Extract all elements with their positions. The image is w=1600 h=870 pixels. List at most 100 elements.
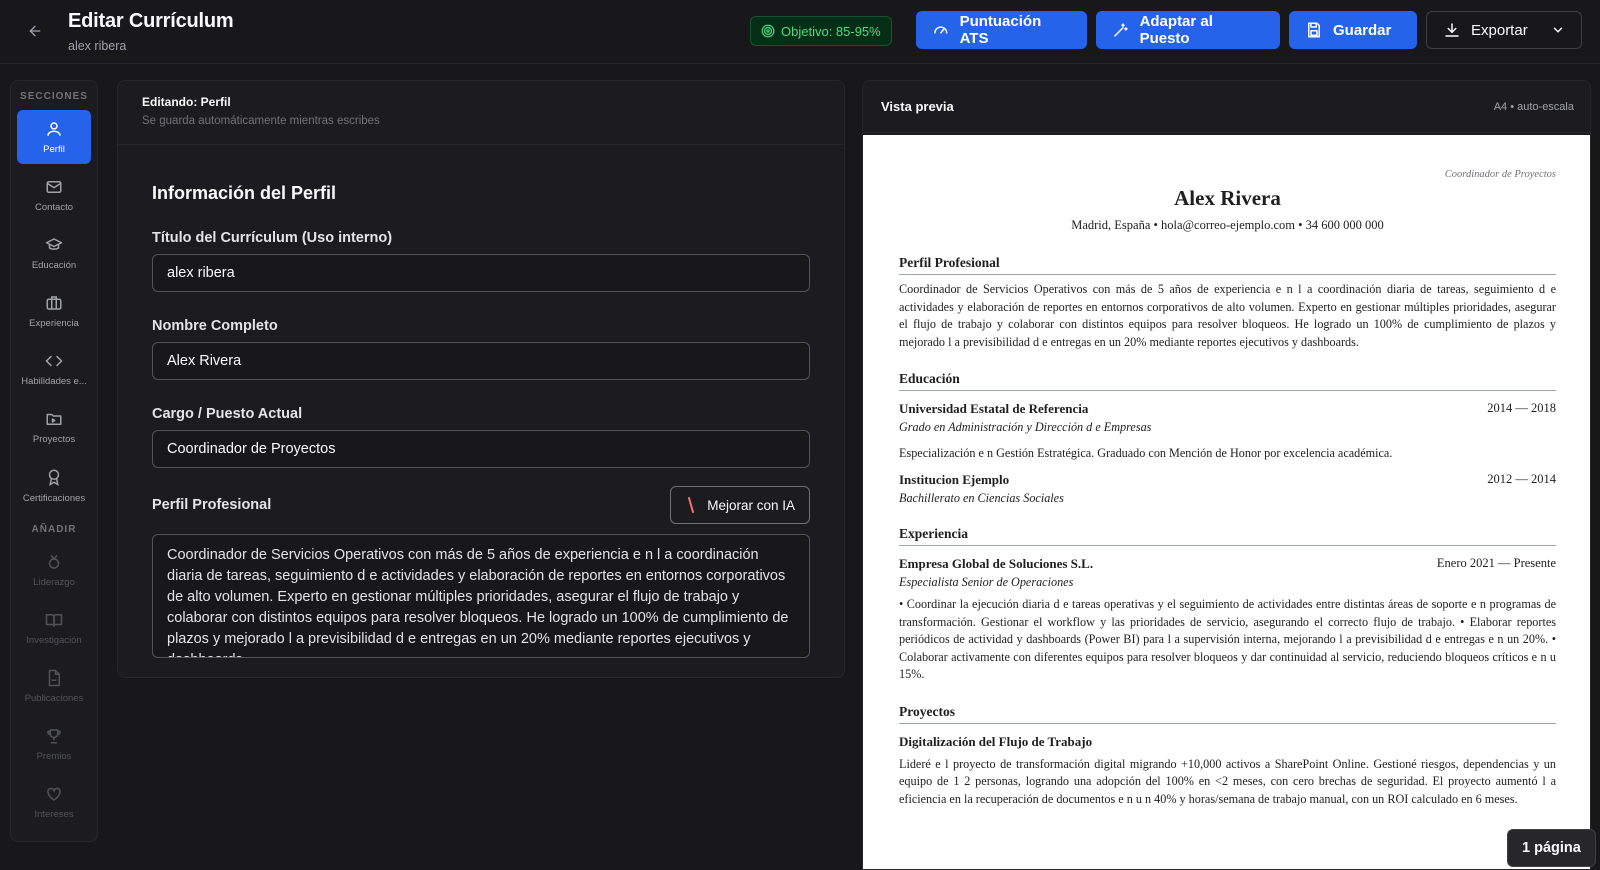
- folder-icon: [46, 413, 62, 425]
- book-icon: [45, 613, 63, 627]
- user-icon: [47, 121, 61, 136]
- autosave-note: Se guarda automáticamente mientras escri…: [142, 115, 380, 127]
- sidebar-add-leadership[interactable]: Liderazgo: [17, 543, 91, 597]
- doc-profile-heading: Perfil Profesional: [899, 255, 1556, 275]
- doc-edu1-degree: Grado en Administración y Dirección d e …: [899, 420, 1152, 434]
- preview-meta: A4 • auto-escala: [1493, 100, 1574, 113]
- doc-edu1-school: Universidad Estatal de Referencia: [899, 401, 1089, 416]
- medal-icon: [48, 554, 60, 569]
- pen-stroke-icon: [688, 497, 695, 513]
- sidebar-item-label: Educación: [31, 259, 77, 271]
- improve-with-ai-label: Mejorar con IA: [707, 497, 795, 513]
- sections-heading: SECCIONES: [20, 91, 88, 102]
- doc-proj1-text: Lideré e l proyecto de transformación di…: [899, 756, 1556, 806]
- preview-title: Vista previa: [881, 99, 954, 114]
- top-bar: Editar Currículum alex ribera Objetivo: …: [0, 0, 1600, 64]
- page-count-badge: 1 página: [1507, 829, 1596, 867]
- heart-icon: [47, 787, 61, 801]
- doc-exp1-dates: Enero 2021 — Presente: [1436, 556, 1556, 570]
- sidebar-item-label: Contacto: [34, 201, 74, 213]
- briefcase-icon: [46, 295, 62, 310]
- sidebar-item-education[interactable]: Educación: [17, 226, 91, 280]
- adapt-to-job-button[interactable]: Adaptar al Puesto: [1096, 11, 1280, 49]
- editing-label: Editando: Perfil: [142, 95, 231, 109]
- doc-exp-entry: Empresa Global de Soluciones S.L. Enero …: [899, 556, 1556, 572]
- magic-wand-icon: [1114, 23, 1128, 37]
- resume-title-label: Título del Currículum (Uso interno): [152, 230, 393, 246]
- position-label: Cargo / Puesto Actual: [152, 406, 303, 422]
- sidebar-item-label: Investigación: [26, 634, 82, 646]
- arrow-left-icon: [29, 25, 41, 37]
- profile-label-row: Perfil Profesional Mejorar con IA: [152, 486, 810, 524]
- sidebar-item-label: Intereses: [34, 808, 74, 820]
- sidebar-item-contact[interactable]: Contacto: [17, 168, 91, 222]
- editor-header: Editando: Perfil Se guarda automáticamen…: [118, 81, 844, 145]
- doc-education-heading: Educación: [899, 371, 1556, 391]
- preview-panel: Vista previa A4 • auto-escala Coordinado…: [862, 80, 1591, 870]
- sidebar-item-label: Experiencia: [29, 317, 79, 329]
- target-icon: [761, 24, 775, 38]
- target-score-badge: Objetivo: 85-95%: [750, 16, 892, 46]
- graduation-cap-icon: [45, 237, 63, 250]
- doc-proj1-name: Digitalización del Flujo de Trabajo: [899, 733, 1093, 749]
- preview-header: Vista previa A4 • auto-escala: [863, 81, 1590, 133]
- sidebar-item-label: Perfil: [43, 143, 65, 155]
- save-button[interactable]: Guardar: [1289, 11, 1417, 49]
- mail-icon: [46, 180, 62, 193]
- section-title: Información del Perfil: [152, 183, 337, 203]
- page-subtitle: alex ribera: [68, 39, 127, 53]
- sidebar-item-label: Proyectos: [32, 433, 76, 445]
- title-block: Editar Currículum alex ribera: [68, 10, 234, 53]
- doc-name: Alex Rivera: [1174, 186, 1281, 210]
- floppy-disk-icon: [1308, 22, 1320, 38]
- export-label: Exportar: [1471, 21, 1528, 39]
- doc-edu1-dates: 2014 — 2018: [1487, 401, 1556, 415]
- ats-score-button[interactable]: Puntuación ATS: [916, 11, 1087, 49]
- sidebar-item-skills[interactable]: Habilidades e...: [17, 342, 91, 396]
- sidebar-add-publications[interactable]: Publicaciones: [17, 659, 91, 713]
- sidebar-item-label: Publicaciones: [24, 692, 84, 704]
- sidebar-item-label: Premios: [36, 750, 72, 762]
- profile-summary-label: Perfil Profesional: [152, 497, 272, 513]
- award-icon: [48, 469, 60, 486]
- editor-panel: Editando: Perfil Se guarda automáticamen…: [117, 80, 845, 678]
- resume-page[interactable]: Coordinador de Proyectos Alex Rivera Mad…: [863, 135, 1590, 869]
- doc-exp1-text: • Coordinar la ejecución diaria d e tare…: [899, 597, 1556, 681]
- export-dropdown-button[interactable]: Exportar: [1426, 11, 1582, 49]
- sidebar-item-label: Certificaciones: [22, 492, 86, 504]
- doc-experience-heading: Experiencia: [899, 526, 1556, 546]
- code-icon: [45, 355, 63, 366]
- sidebar-add-research[interactable]: Investigación: [17, 601, 91, 655]
- profile-summary-textarea[interactable]: Coordinador de Servicios Operativos con …: [152, 534, 810, 658]
- sidebar-item-projects[interactable]: Proyectos: [17, 400, 91, 454]
- gauge-icon: [934, 26, 948, 34]
- sidebar-item-label: Liderazgo: [33, 576, 75, 588]
- ats-score-label: Puntuación ATS: [959, 13, 1042, 47]
- doc-role-top: Coordinador de Proyectos: [1444, 169, 1556, 180]
- resume-title-input[interactable]: [152, 254, 810, 292]
- add-heading: AÑADIR: [31, 524, 77, 535]
- doc-edu1-note: Especialización e n Gestión Estratégica.…: [899, 446, 1393, 460]
- download-icon: [1445, 23, 1459, 37]
- position-input[interactable]: [152, 430, 810, 468]
- chevron-down-icon: [1553, 27, 1563, 33]
- doc-profile-text: Coordinador de Servicios Operativos con …: [899, 282, 1556, 349]
- sidebar-item-experience[interactable]: Experiencia: [17, 284, 91, 338]
- doc-contact: Madrid, España • hola@correo-ejemplo.com…: [1071, 218, 1384, 232]
- improve-with-ai-button[interactable]: Mejorar con IA: [670, 486, 810, 524]
- doc-edu2-degree: Bachillerato en Ciencias Sociales: [899, 491, 1064, 505]
- back-button[interactable]: [22, 18, 48, 44]
- doc-edu-entry: Universidad Estatal de Referencia 2014 —…: [899, 401, 1556, 417]
- doc-projects-heading: Proyectos: [899, 704, 1556, 724]
- doc-exp1-company: Empresa Global de Soluciones S.L.: [899, 556, 1094, 571]
- trophy-icon: [47, 728, 61, 743]
- full-name-input[interactable]: [152, 342, 810, 380]
- sidebar-add-awards[interactable]: Premios: [17, 717, 91, 771]
- doc-edu2-dates: 2012 — 2014: [1487, 472, 1556, 486]
- sidebar-item-label: Habilidades e...: [21, 375, 87, 387]
- sidebar-add-interests[interactable]: Intereses: [17, 775, 91, 829]
- doc-proj-entry: Digitalización del Flujo de Trabajo: [899, 734, 1556, 750]
- sidebar-item-certifications[interactable]: Certificaciones: [17, 458, 91, 512]
- sidebar-item-profile[interactable]: Perfil: [17, 110, 91, 164]
- doc-edu-entry: Institucion Ejemplo 2012 — 2014: [899, 472, 1556, 488]
